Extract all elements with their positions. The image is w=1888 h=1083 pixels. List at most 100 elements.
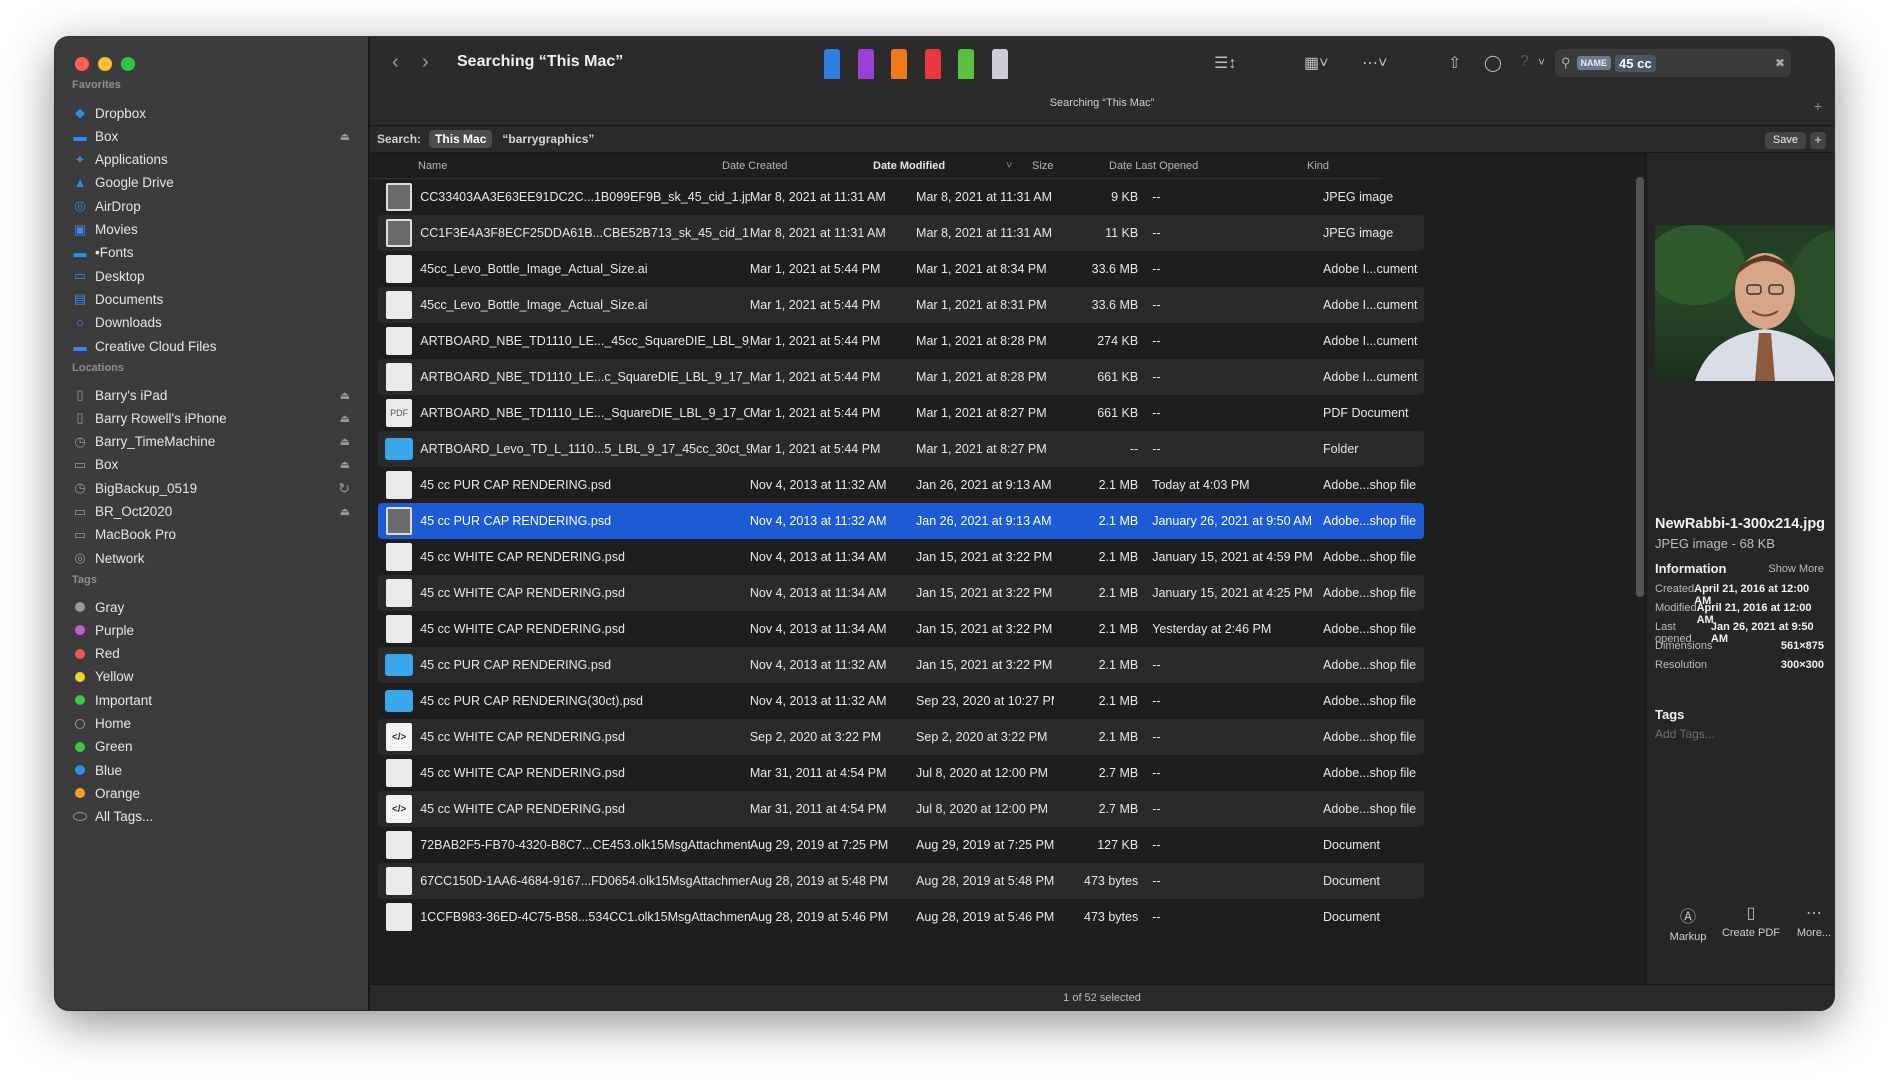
colored-folder-tag-icon[interactable] <box>991 49 1008 79</box>
sidebar-tag-all-tags-[interactable]: All Tags... <box>71 803 350 831</box>
search-field[interactable]: ⚲ NAME 45 cc ✖ <box>1555 49 1791 77</box>
table-row[interactable]: 45cc_Levo_Bottle_Image_Actual_Size.ai Mar… <box>378 287 1424 323</box>
table-row[interactable]: ARTBOARD_NBE_TD1110_LE...c_SquareDIE_LBL… <box>378 359 1424 395</box>
eject-icon[interactable]: ⏏ <box>340 389 350 402</box>
info-value: Jan 26, 2021 at 9:50 AM <box>1710 621 1814 645</box>
table-row[interactable]: 45 cc WHITE CAP RENDERING.psd Nov 4, 2013… <box>378 575 1424 611</box>
table-row[interactable]: 45 cc PUR CAP RENDERING(30ct).psd Nov 4, … <box>378 683 1424 719</box>
new-tab-button[interactable]: + <box>1810 99 1826 115</box>
search-input[interactable]: 45 cc <box>1615 54 1656 72</box>
zoom-button[interactable] <box>121 57 135 71</box>
info-key: Created <box>1655 583 1695 595</box>
search-token[interactable]: NAME <box>1576 56 1612 70</box>
sidebar-item-label: •Fonts <box>95 245 134 261</box>
time-machine-icon: ◷ <box>74 480 86 496</box>
col-date-last-opened[interactable]: Date Last Opened <box>1109 160 1198 172</box>
cell-created: Nov 4, 2013 at 11:34 AM <box>749 622 887 636</box>
table-row[interactable]: 1CCFB983-36ED-4C75-B58...534CC1.olk15Msg… <box>378 899 1424 935</box>
show-more-link[interactable]: Show More <box>1768 563 1824 575</box>
help-icon[interactable]: ? <box>1520 53 1529 71</box>
table-row[interactable]: 45 cc PUR CAP RENDERING.psd Nov 4, 2013 a… <box>378 647 1424 683</box>
markup-button[interactable]: Ⓐ Markup <box>1653 903 1723 943</box>
status-text: 1 of 52 selected <box>1063 991 1141 1004</box>
forward-button[interactable]: › <box>422 51 429 74</box>
tag-color-dot-icon <box>71 761 89 779</box>
action-menu-icon[interactable]: ⋯˅ <box>1362 53 1387 73</box>
action-label: More... <box>1796 927 1832 939</box>
table-row[interactable]: ARTBOARD_Levo_TD_L_1110...5_LBL_9_17_45c… <box>378 431 1424 467</box>
table-row[interactable]: 45 cc PUR CAP RENDERING.psd Nov 4, 2013 a… <box>378 467 1424 503</box>
clear-search-icon[interactable]: ✖ <box>1775 56 1785 70</box>
col-date-modified[interactable]: Date Modified <box>873 160 945 172</box>
folder-icon: ▬ <box>73 128 87 144</box>
save-search-button[interactable]: Save <box>1764 132 1806 149</box>
col-size[interactable]: Size <box>1032 160 1053 172</box>
eject-icon[interactable]: ⏏ <box>340 505 350 518</box>
create-pdf-button[interactable]: ▯ Create PDF <box>1716 903 1786 939</box>
sidebar-item-network[interactable]: ◎ Network <box>71 544 350 572</box>
add-tags-field[interactable]: Add Tags... <box>1655 727 1715 741</box>
cell-kind: Adobe...shop file <box>1323 694 1417 708</box>
cell-kind: Adobe...shop file <box>1323 550 1417 564</box>
table-row[interactable]: 45 cc WHITE CAP RENDERING.psd Nov 4, 2013… <box>378 539 1424 575</box>
eject-icon[interactable]: ⏏ <box>340 130 350 143</box>
minimize-button[interactable] <box>98 57 112 71</box>
back-button[interactable]: ‹ <box>392 51 399 74</box>
table-row[interactable]: 45 cc PUR CAP RENDERING.psd Nov 4, 2013 a… <box>378 503 1424 539</box>
movies-icon: ▣ <box>73 221 87 237</box>
table-row[interactable]: 67CC150D-1AA6-4684-9167...FD0654.olk15Ms… <box>378 863 1424 899</box>
more--button[interactable]: ⋯ More... <box>1779 903 1834 939</box>
cell-name: 45 cc PUR CAP RENDERING.psd <box>420 658 612 672</box>
sidebar-item-label: BigBackup_0519 <box>95 480 198 496</box>
cell-opened: Yesterday at 2:46 PM <box>1152 622 1272 636</box>
col-kind[interactable]: Kind <box>1307 160 1329 172</box>
cell-modified: Mar 8, 2021 at 11:31 AM <box>916 226 1052 240</box>
colored-folder-tag-icon[interactable] <box>891 49 907 79</box>
cell-name: ARTBOARD_NBE_TD1110_LE..._SquareDIE_LBL_… <box>420 406 750 420</box>
col-name[interactable]: Name <box>418 160 447 172</box>
close-button[interactable] <box>75 57 89 71</box>
colored-folder-tag-icon[interactable] <box>857 49 874 79</box>
eject-icon[interactable]: ⏏ <box>340 412 350 425</box>
sidebar-item-creative-cloud-files[interactable]: ▬ Creative Cloud Files <box>71 332 350 360</box>
cell-opened: -- <box>1152 334 1161 348</box>
table-row[interactable]: </> 45 cc WHITE CAP RENDERING.psd Mar 31, … <box>378 791 1424 827</box>
table-row[interactable]: 45 cc WHITE CAP RENDERING.psd Nov 4, 2013… <box>378 611 1424 647</box>
chevron-down-icon[interactable]: ˅ <box>1538 55 1545 69</box>
cell-size: 33.6 MB <box>1091 262 1139 276</box>
share-icon[interactable]: ⇧ <box>1448 53 1461 73</box>
table-row[interactable]: ARTBOARD_NBE_TD1110_LE..._45cc_SquareDIE… <box>378 323 1424 359</box>
file-icon-cell: </> <box>378 795 420 823</box>
table-row[interactable]: 72BAB2F5-FB70-4320-B8C7...CE453.olk15Msg… <box>378 827 1424 863</box>
scope-folder[interactable]: “barrygraphics” <box>502 132 594 146</box>
info-value: 561×875 <box>1780 640 1824 652</box>
table-row[interactable]: CC33403AA3E63EE91DC2C...1B099EF9B_sk_45_… <box>378 179 1424 215</box>
group-by-icon[interactable]: ▦˅ <box>1304 53 1328 73</box>
table-row[interactable]: 45cc_Levo_Bottle_Image_Actual_Size.ai Mar… <box>378 251 1424 287</box>
sort-descending-icon[interactable]: ˅ <box>1006 160 1012 172</box>
cell-size: 661 KB <box>1097 370 1139 384</box>
info-row: Dimensions 561×875 <box>1655 640 1824 658</box>
table-row[interactable]: CC1F3E4A3F8ECF25DDA61B...CBE52B713_sk_45… <box>378 215 1424 251</box>
tag-icon[interactable]: ◯ <box>1484 53 1502 73</box>
cell-name: 45 cc PUR CAP RENDERING(30ct).psd <box>420 694 643 708</box>
cell-created: Nov 4, 2013 at 11:32 AM <box>749 514 887 528</box>
scrollbar[interactable] <box>1636 177 1644 597</box>
colored-folder-tag-icon[interactable] <box>958 49 974 79</box>
eject-icon[interactable]: ⏏ <box>340 458 350 471</box>
cell-modified: Jul 8, 2020 at 12:00 PM <box>916 766 1049 780</box>
add-criteria-button[interactable]: + <box>1810 132 1826 149</box>
table-row[interactable]: </> 45 cc WHITE CAP RENDERING.psd Sep 2, 2… <box>378 719 1424 755</box>
table-row[interactable]: PDF ARTBOARD_NBE_TD1110_LE..._SquareDIE_L… <box>378 395 1424 431</box>
scope-this-mac[interactable]: This Mac <box>429 130 493 148</box>
table-row[interactable]: 45 cc WHITE CAP RENDERING.psd Mar 31, 201… <box>378 755 1424 791</box>
colored-folder-tag-icon[interactable] <box>924 49 941 79</box>
cell-created: Mar 1, 2021 at 5:44 PM <box>749 442 881 456</box>
eject-icon[interactable]: ⏏ <box>340 435 350 448</box>
dropbox-icon: ◆ <box>75 105 85 120</box>
colored-folder-tag-icon[interactable] <box>824 49 840 79</box>
file-icon-cell <box>378 438 420 460</box>
cell-opened: -- <box>1152 370 1161 384</box>
list-view-icon[interactable]: ☰↕ <box>1214 53 1236 73</box>
col-date-created[interactable]: Date Created <box>722 160 787 172</box>
